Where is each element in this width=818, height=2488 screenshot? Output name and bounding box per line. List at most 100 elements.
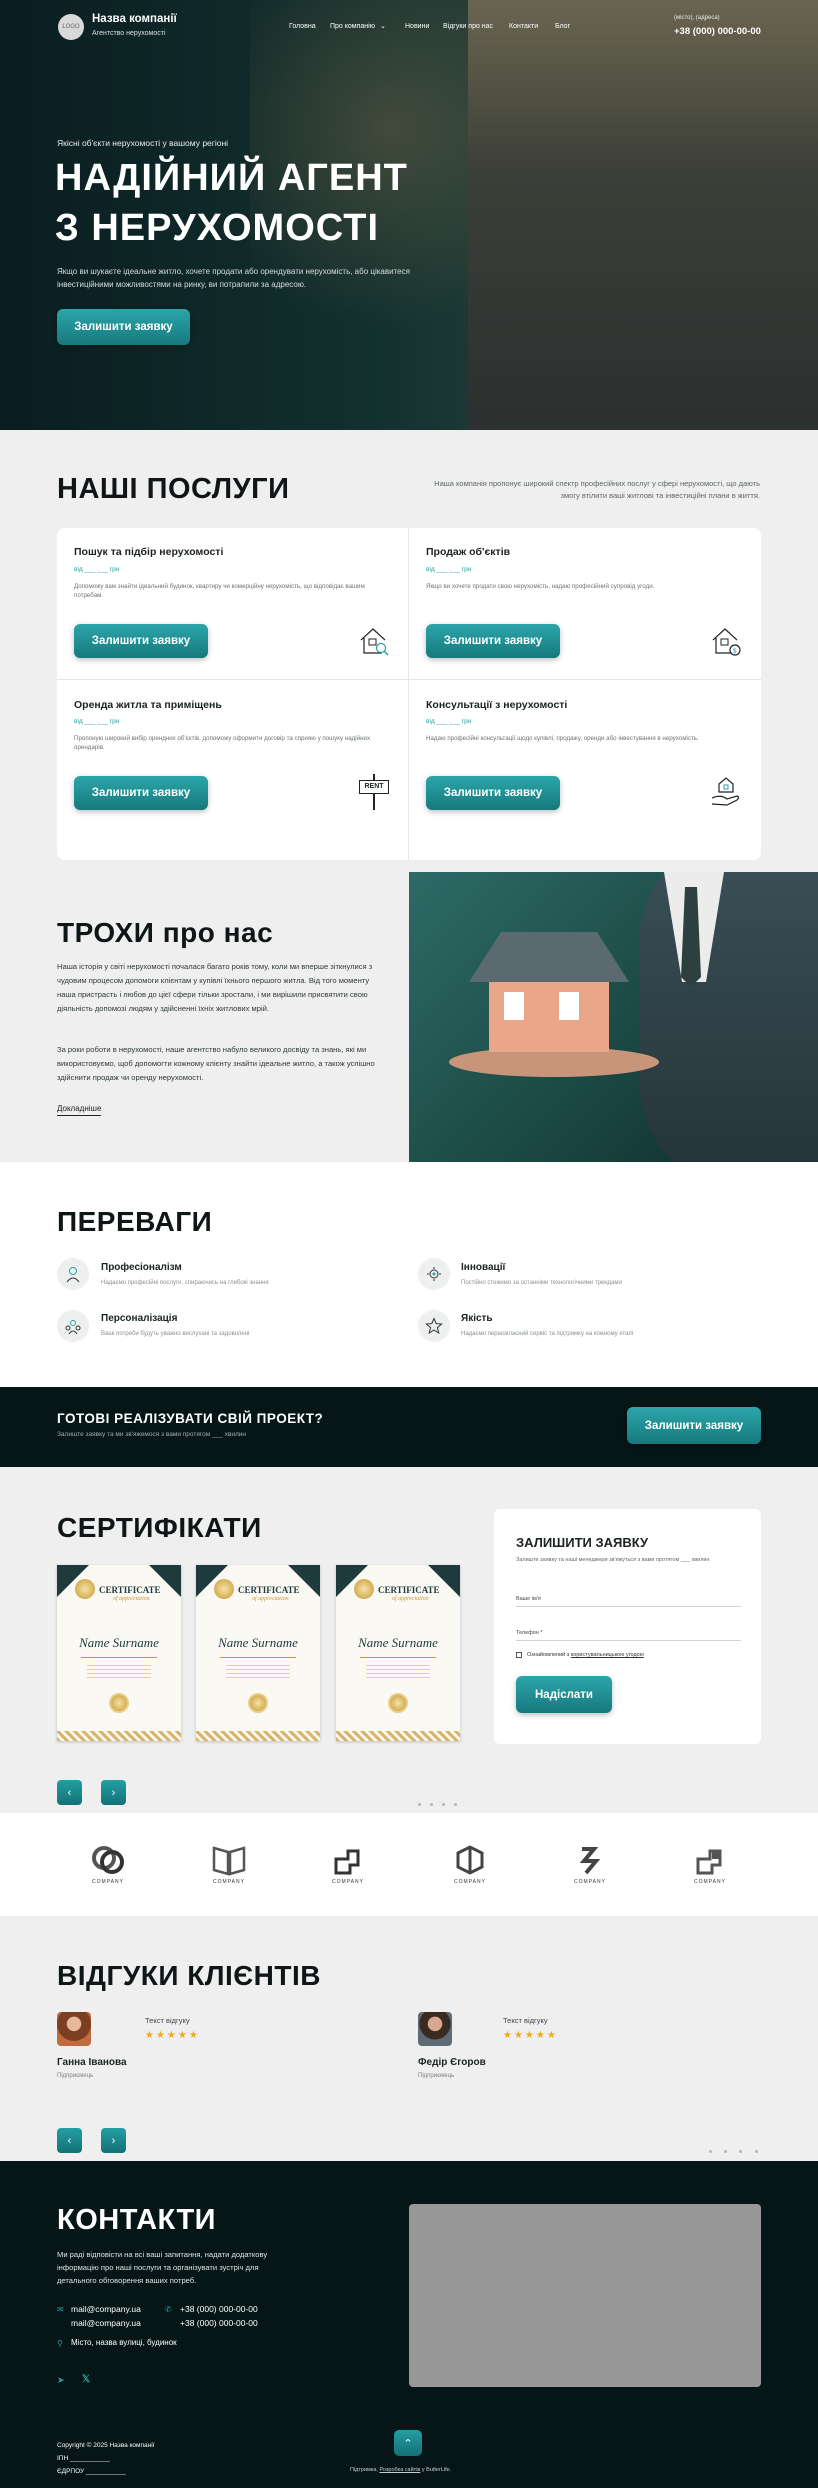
hero-title-line2: З НЕРУХОМОСТІ	[55, 207, 380, 249]
service-price: від ___ ___ грн	[74, 718, 120, 725]
carousel-dot[interactable]	[724, 2150, 727, 2153]
service-cta-button[interactable]: Залишити заявку	[74, 776, 208, 810]
about-more-link[interactable]: Докладніше	[57, 1104, 102, 1116]
name-field[interactable]: Ваше ім'я	[516, 1587, 741, 1607]
service-title: Оренда житла та приміщень	[74, 699, 222, 711]
certificates-section: СЕРТИФІКАТИ CERTIFICATE of appreciation Na…	[0, 1467, 818, 1813]
advantage-description: Надаємо професійні послуги, спираючись н…	[101, 1280, 269, 1286]
service-cta-button[interactable]: Залишити заявку	[426, 624, 560, 658]
rent-sign-icon: RENT	[359, 774, 389, 810]
contact-address: Місто, назва вулиці, будинок	[71, 2338, 177, 2347]
location-pin-icon: ⚲	[57, 2339, 63, 2348]
svg-text:$: $	[733, 647, 737, 655]
about-paragraph-2: За роки роботи в нерухомості, наше агент…	[57, 1045, 375, 1082]
certificate-subheading: of appreciation	[113, 1596, 150, 1602]
about-title: ТРОХИ про нас	[57, 917, 274, 948]
header-phone[interactable]: +38 (000) 000-00-00	[674, 26, 761, 37]
developer-link[interactable]: Розробка сайтів	[379, 2467, 420, 2473]
contact-phone[interactable]: +38 (000) 000-00-00	[180, 2318, 258, 2328]
cta-band: ГОТОВІ РЕАЛІЗУВАТИ СВІЙ ПРОЕКТ? Залиште …	[0, 1387, 818, 1467]
partner-logo-2-icon[interactable]: COMPANY	[199, 1843, 259, 1893]
hero-cta-button[interactable]: Залишити заявку	[57, 309, 190, 345]
service-card: Продаж об'єктів від ___ ___ грн Якщо ви …	[409, 528, 761, 679]
certificate-card[interactable]: CERTIFICATE of appreciation Name Surname	[57, 1565, 181, 1741]
advantages-title: ПЕРЕВАГИ	[57, 1206, 213, 1237]
services-section: НАШІ ПОСЛУГИ Наша компанія пропонує широ…	[0, 430, 818, 872]
service-price: від ___ ___ грн	[74, 566, 120, 573]
map-placeholder[interactable]	[409, 2204, 761, 2387]
nav-blog[interactable]: Блог	[555, 23, 570, 30]
certificate-heading: CERTIFICATE	[378, 1585, 440, 1595]
seal-icon	[388, 1693, 408, 1713]
certificates-prev-button[interactable]: ‹	[57, 1780, 82, 1805]
about-house-photo	[409, 872, 818, 1162]
reviewer-role: Підприємець	[418, 2073, 455, 2079]
house-sale-icon: $	[712, 628, 741, 656]
service-card: Пошук та підбір нерухомості від ___ ___ …	[57, 528, 409, 679]
cta-band-button[interactable]: Залишити заявку	[627, 1407, 761, 1444]
nav-contacts[interactable]: Контакти	[509, 23, 538, 30]
reviews-next-button[interactable]: ›	[101, 2128, 126, 2153]
reviews-title: ВІДГУКИ КЛІЄНТІВ	[57, 1960, 321, 1991]
phone-field[interactable]: Телефон *	[516, 1621, 741, 1641]
service-price: від ___ ___ грн	[426, 718, 472, 725]
scroll-to-top-button[interactable]: ⌃	[394, 2430, 422, 2456]
footer-edrpou: ЄДРПОУ ___________	[57, 2468, 126, 2475]
twitter-icon[interactable]: 𝕏	[82, 2374, 92, 2385]
telegram-icon[interactable]: ➤	[57, 2375, 67, 2385]
certificates-next-button[interactable]: ›	[101, 1780, 126, 1805]
service-card: Консультації з нерухомості від ___ ___ г…	[409, 679, 761, 860]
hero-description: Якщо ви шукаєте ідеальне житло, хочете п…	[57, 267, 410, 289]
medal-icon	[354, 1579, 374, 1599]
nav-about[interactable]: Про компанію	[330, 23, 375, 30]
service-description: Пропоную широкий вибір орендних об'єктів…	[74, 735, 371, 751]
star-icon	[418, 1310, 450, 1342]
carousel-dot[interactable]	[442, 1803, 445, 1806]
certificate-card[interactable]: CERTIFICATE of appreciation Name Surname	[196, 1565, 320, 1741]
carousel-dot[interactable]	[418, 1803, 421, 1806]
service-card: Оренда житла та приміщень від ___ ___ гр…	[57, 679, 409, 860]
carousel-dot[interactable]	[739, 2150, 742, 2153]
hero-content: LOGO Назва компанії Агентство нерухомост…	[0, 0, 818, 430]
service-title: Консультації з нерухомості	[426, 699, 568, 711]
footer-copyright: Copyright © 2025 Назва компанії	[57, 2442, 155, 2449]
logo[interactable]: LOGO	[58, 14, 84, 40]
carousel-dot[interactable]	[709, 2150, 712, 2153]
chevron-down-icon[interactable]: ⌄	[380, 22, 386, 30]
seal-icon	[248, 1693, 268, 1713]
partner-logo-1-icon[interactable]: COMPANY	[78, 1843, 138, 1893]
contact-email[interactable]: mail@company.ua	[71, 2318, 141, 2328]
service-description: Якщо ви хочете продати свою нерухомість,…	[426, 583, 655, 590]
service-cta-button[interactable]: Залишити заявку	[426, 776, 560, 810]
nav-news[interactable]: Новини	[405, 23, 429, 30]
carousel-dot[interactable]	[454, 1803, 457, 1806]
advantage-description: Постійно стежимо за останніми технологіч…	[461, 1280, 622, 1286]
form-submit-button[interactable]: Надіслати	[516, 1676, 612, 1713]
carousel-dot[interactable]	[755, 2150, 758, 2153]
partner-logo-4-icon[interactable]: COMPANY	[440, 1843, 500, 1893]
advantage-description: Ваші потреби будуть уважно вислухані та …	[101, 1331, 250, 1337]
partner-logo-3-icon[interactable]: COMPANY	[318, 1843, 378, 1893]
nav-home[interactable]: Головна	[289, 23, 316, 30]
contacts-title: КОНТАКТИ	[57, 2204, 217, 2236]
certificate-heading: CERTIFICATE	[238, 1585, 300, 1595]
partner-logo-6-icon[interactable]: COMPANY	[680, 1843, 740, 1893]
service-cta-button[interactable]: Залишити заявку	[74, 624, 208, 658]
partner-logo-5-icon[interactable]: COMPANY	[560, 1843, 620, 1893]
nav-reviews[interactable]: Відгуки про нас	[443, 23, 493, 30]
contact-email[interactable]: mail@company.ua	[71, 2304, 141, 2314]
carousel-dot[interactable]	[430, 1803, 433, 1806]
consent-checkbox[interactable]	[516, 1652, 522, 1658]
certificate-card[interactable]: CERTIFICATE of appreciation Name Surname	[336, 1565, 460, 1741]
certificate-subheading: of appreciation	[392, 1596, 429, 1602]
user-agreement-link[interactable]: користувальницькою угодою	[571, 1652, 644, 1658]
personalization-icon	[57, 1310, 89, 1342]
review-stars: ★★★★★	[145, 2030, 200, 2041]
company-name[interactable]: Назва компанії	[92, 13, 177, 25]
reviews-prev-button[interactable]: ‹	[57, 2128, 82, 2153]
service-description: Допоможу вам знайти ідеальний будинок, к…	[74, 583, 365, 599]
contact-phone[interactable]: +38 (000) 000-00-00	[180, 2304, 258, 2314]
hero-eyebrow: Якісні об'єкти нерухомості у вашому регі…	[57, 138, 229, 148]
form-subtitle: Залиште заявку та наші менеджери зв'яжут…	[516, 1557, 710, 1563]
certificate-heading: CERTIFICATE	[99, 1585, 161, 1595]
